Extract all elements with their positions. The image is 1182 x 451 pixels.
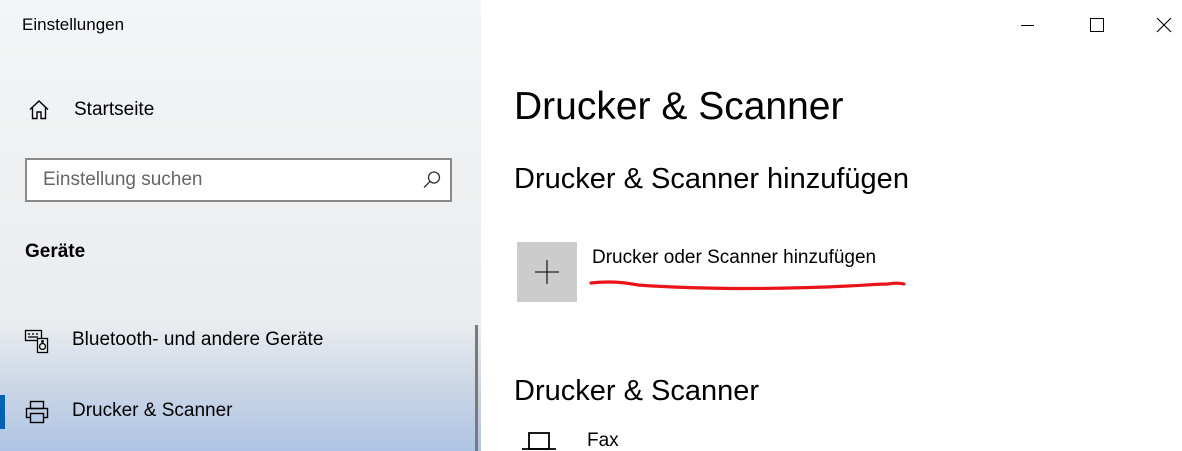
bluetooth-devices-icon: [24, 329, 49, 354]
red-annotation-underline: [589, 280, 906, 291]
section-title: Geräte: [25, 241, 86, 262]
device-label: Fax: [587, 430, 619, 451]
fax-printer-icon: [522, 432, 556, 450]
close-icon: [1156, 17, 1172, 33]
add-section-heading: Drucker & Scanner hinzufügen: [514, 163, 909, 195]
home-icon: [29, 100, 49, 120]
sidebar-item-label: Bluetooth- und andere Geräte: [72, 329, 324, 350]
minimize-button[interactable]: [1005, 0, 1051, 50]
add-printer-label[interactable]: Drucker oder Scanner hinzufügen: [592, 247, 876, 269]
sidebar-item-label: Drucker & Scanner: [72, 400, 233, 421]
home-label: Startseite: [74, 99, 155, 120]
app-title: Einstellungen: [22, 15, 125, 34]
sidebar-item-printers[interactable]: Drucker & Scanner: [0, 387, 481, 435]
sidebar-item-bluetooth[interactable]: Bluetooth- und andere Geräte: [0, 316, 481, 364]
main-content: Drucker & Scanner Drucker & Scanner hinz…: [481, 0, 1182, 451]
close-button[interactable]: [1141, 0, 1182, 50]
minimize-icon: [1021, 25, 1034, 26]
search-input[interactable]: [27, 160, 412, 200]
printer-icon: [25, 400, 49, 424]
settings-window: Einstellungen Startseite Geräte: [0, 0, 1182, 451]
device-item-fax[interactable]: Fax: [517, 425, 917, 451]
maximize-icon: [1090, 18, 1104, 32]
search-box[interactable]: [25, 158, 452, 202]
home-nav-item[interactable]: Startseite: [0, 88, 481, 132]
page-title: Drucker & Scanner: [514, 85, 844, 128]
sidebar-scrollbar[interactable]: [475, 325, 478, 451]
add-printer-button[interactable]: [517, 242, 577, 302]
plus-icon: [535, 260, 559, 284]
devices-section-heading: Drucker & Scanner: [514, 375, 759, 407]
sidebar: Einstellungen Startseite Geräte: [0, 0, 481, 451]
selected-indicator: [0, 395, 5, 429]
maximize-button[interactable]: [1074, 0, 1120, 50]
search-icon[interactable]: [422, 170, 442, 190]
